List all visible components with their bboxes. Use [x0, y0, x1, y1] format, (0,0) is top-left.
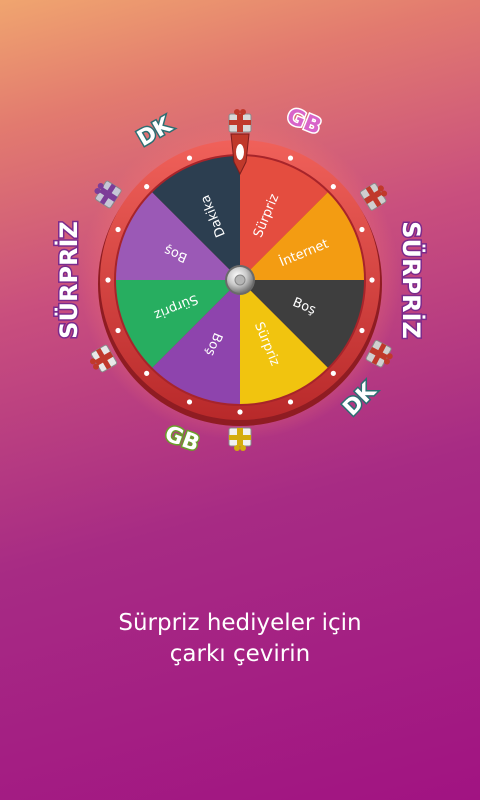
rim-dot — [369, 277, 375, 283]
gift-box-bow — [240, 445, 246, 451]
rim-dot — [359, 226, 365, 233]
outer-prize-label: SÜRPRİZ — [397, 221, 427, 339]
gift-box-bow — [234, 109, 240, 115]
rim-dot — [115, 327, 121, 334]
spin-wheel-area[interactable]: Sürpriz İnternet Boş Sürpriz Boş Sürpriz Boş Da… — [0, 80, 480, 480]
gift-box-icon — [228, 109, 252, 133]
spin-wheel[interactable]: SürprizİnternetBoşSürprizBoşSürprizBoşDa… — [0, 80, 480, 480]
rim-dot — [330, 370, 336, 376]
rim-dot — [186, 399, 193, 405]
gift-box-bow — [234, 445, 240, 451]
gift-box-icon — [228, 427, 252, 451]
rim-dot — [287, 399, 294, 405]
gift-box-ribbon-horizontal — [229, 435, 251, 440]
gift-box-ribbon-horizontal — [229, 120, 251, 125]
rim-dot — [359, 327, 365, 334]
caption-line-2: çarkı çevirin — [169, 641, 311, 667]
caption-line-1: Sürpriz hediyeler için — [118, 610, 362, 636]
caption-text: Sürpriz hediyeler için çarkı çevirin — [0, 608, 480, 670]
gift-box-bow — [240, 109, 246, 115]
outer-prize-label: SÜRPRİZ — [53, 221, 83, 339]
rim-dot — [105, 277, 111, 283]
rim-dot — [330, 184, 336, 190]
rim-dot — [144, 370, 150, 376]
rim-dot — [237, 409, 243, 415]
rim-dot — [115, 226, 121, 233]
rim-dot — [186, 155, 193, 161]
rim-dot — [144, 184, 150, 190]
wheel-hub-icon[interactable] — [225, 265, 255, 295]
pointer-highlight — [236, 144, 244, 160]
hub-center — [234, 274, 246, 286]
rim-dot — [287, 155, 294, 161]
